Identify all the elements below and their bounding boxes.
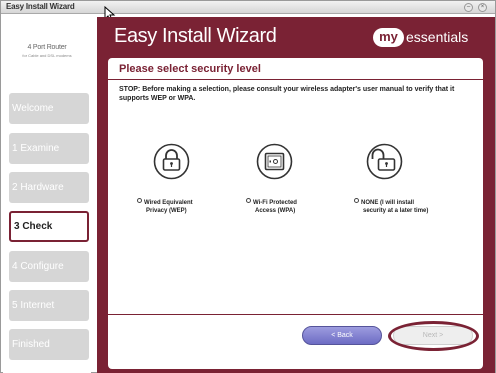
- wpa-label-line2: Access (WPA): [255, 208, 296, 214]
- lock-open-icon[interactable]: [366, 143, 403, 180]
- none-radio[interactable]: [354, 198, 359, 203]
- product-name: 4 Port Router: [27, 44, 67, 51]
- panel-title: Please select security level: [119, 63, 261, 75]
- lock-closed-icon[interactable]: [153, 143, 190, 180]
- next-button-highlight: [388, 321, 479, 351]
- close-button[interactable]: ×: [478, 3, 487, 12]
- instruction-text: STOP: Before making a selection, please …: [119, 86, 455, 102]
- step-welcome[interactable]: Welcome: [9, 93, 89, 124]
- safe-icon[interactable]: [256, 143, 293, 180]
- sidebar: 4 Port Router for Cable and DSL modems W…: [3, 15, 91, 373]
- step-examine[interactable]: 1 Examine: [9, 133, 89, 164]
- back-button[interactable]: < Back: [302, 326, 382, 345]
- wep-label-line1: Wired Equivalent: [144, 200, 193, 206]
- option-none[interactable]: NONE (I will install security at a later…: [354, 198, 428, 215]
- footer-divider: [108, 314, 483, 315]
- page-title: Easy Install Wizard: [114, 25, 277, 47]
- wpa-label-line1: Wi-Fi Protected: [253, 200, 297, 206]
- option-wpa[interactable]: Wi-Fi Protected Access (WPA): [246, 198, 297, 215]
- content-panel: Please select security level STOP: Befor…: [108, 58, 483, 369]
- option-wep[interactable]: Wired Equivalent Privacy (WEP): [137, 198, 193, 215]
- step-hardware[interactable]: 2 Hardware: [9, 172, 89, 203]
- none-label-line1: NONE (I will install: [361, 200, 415, 206]
- wpa-radio[interactable]: [246, 198, 251, 203]
- wizard-window: Easy Install Wizard – × 4 Port Router fo…: [0, 0, 496, 373]
- none-label-line2: security at a later time): [363, 208, 429, 214]
- step-configure[interactable]: 4 Configure: [9, 251, 89, 282]
- logo-essentials: essentials: [406, 29, 469, 45]
- minimize-button[interactable]: –: [464, 3, 473, 12]
- main-area: Easy Install Wizard my essentials Please…: [97, 17, 495, 373]
- step-check[interactable]: 3 Check: [9, 211, 89, 242]
- step-internet[interactable]: 5 Internet: [9, 290, 89, 321]
- logo-my: my: [373, 28, 404, 47]
- window-title: Easy Install Wizard: [6, 2, 75, 11]
- product-subtitle: for Cable and DSL modems: [22, 53, 72, 58]
- wep-label-line2: Privacy (WEP): [146, 208, 187, 214]
- divider: [108, 79, 483, 80]
- step-finished[interactable]: Finished: [9, 329, 89, 360]
- wep-radio[interactable]: [137, 198, 142, 203]
- title-bar: Easy Install Wizard – ×: [1, 1, 495, 14]
